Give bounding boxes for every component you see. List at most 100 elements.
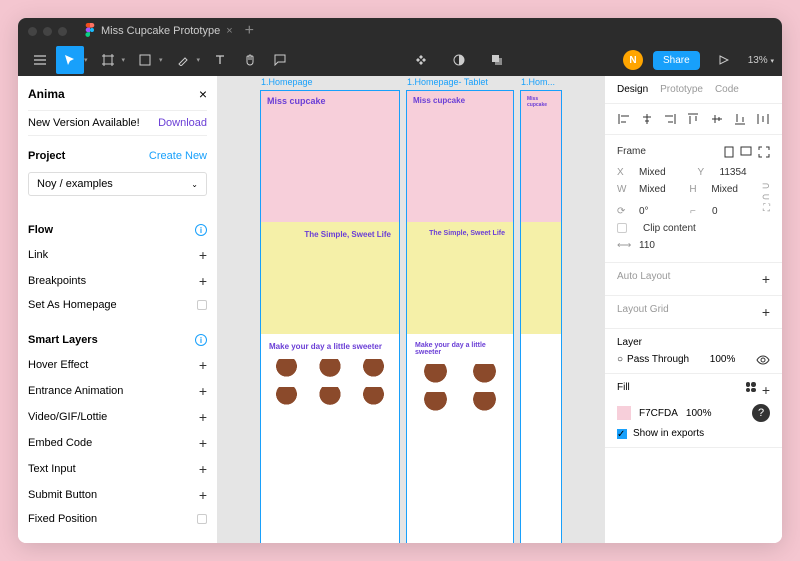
help-icon[interactable]: ? — [752, 404, 770, 422]
fill-opacity[interactable]: 100% — [686, 408, 712, 419]
share-button[interactable]: Share — [653, 51, 700, 70]
frame-label[interactable]: 1.Homepage — [261, 77, 313, 87]
anima-panel: Anima × New Version Available! Download … — [18, 76, 218, 543]
add-fill-icon[interactable]: + — [762, 382, 770, 398]
chevron-down-icon: ⌄ — [191, 180, 198, 189]
smart-textinput[interactable]: Text Input+ — [28, 456, 207, 482]
portrait-icon[interactable] — [724, 146, 734, 158]
smart-video[interactable]: Video/GIF/Lottie+ — [28, 404, 207, 430]
present-icon[interactable] — [710, 46, 738, 74]
smart-entrance[interactable]: Entrance Animation+ — [28, 378, 207, 404]
smart-submit[interactable]: Submit Button+ — [28, 482, 207, 508]
align-right-icon[interactable] — [663, 112, 677, 126]
y-value[interactable]: 11354 — [720, 167, 771, 178]
flow-link[interactable]: Link+ — [28, 242, 207, 268]
comment-tool-icon[interactable] — [266, 46, 294, 74]
component-icon[interactable] — [407, 46, 435, 74]
project-label: Project — [28, 150, 65, 162]
align-bottom-icon[interactable] — [733, 112, 747, 126]
h-value[interactable]: Mixed — [711, 184, 753, 200]
inspector-panel: Design Prototype Code Frame — [604, 76, 782, 543]
distribute-icon[interactable] — [756, 112, 770, 126]
style-icon[interactable] — [746, 382, 756, 392]
smart-embed[interactable]: Embed Code+ — [28, 430, 207, 456]
smart-hover[interactable]: Hover Effect+ — [28, 352, 207, 378]
frame-label[interactable]: 1.Homepage- Tablet — [407, 77, 488, 87]
auto-layout-label: Auto Layout — [617, 271, 670, 287]
radius-value[interactable]: 0 — [712, 206, 755, 217]
align-left-icon[interactable] — [617, 112, 631, 126]
add-grid-icon[interactable]: + — [762, 304, 770, 320]
canvas[interactable]: 1.Homepage Miss cupcake The Simple, Swee… — [218, 76, 604, 543]
x-value[interactable]: Mixed — [639, 167, 690, 178]
eye-icon[interactable] — [756, 355, 770, 365]
close-tab-icon[interactable]: × — [226, 25, 232, 37]
traffic-light-min[interactable] — [43, 27, 52, 36]
rotation-value[interactable]: 0° — [639, 206, 682, 217]
show-exports-label: Show in exports — [633, 428, 704, 439]
frame-tool-icon[interactable] — [94, 46, 122, 74]
export-checkbox[interactable]: ✓ — [617, 429, 627, 439]
create-new-link[interactable]: Create New — [149, 150, 207, 162]
spacing-icon: ⟷ — [617, 240, 627, 251]
frame-tablet[interactable]: 1.Homepage- Tablet Miss cupcake The Simp… — [406, 90, 514, 543]
tab-prototype[interactable]: Prototype — [660, 84, 703, 95]
update-notice: New Version Available! — [28, 117, 140, 129]
corners-icon[interactable]: ⛶ — [763, 203, 770, 220]
pen-tool-icon[interactable] — [169, 46, 197, 74]
flow-homepage[interactable]: Set As Homepage — [28, 294, 207, 316]
align-top-icon[interactable] — [686, 112, 700, 126]
layer-section-label: Layer — [617, 337, 770, 354]
hand-tool-icon[interactable] — [236, 46, 264, 74]
landscape-icon[interactable] — [740, 146, 752, 158]
flow-breakpoints[interactable]: Breakpoints+ — [28, 268, 207, 294]
blend-icon: ○ — [617, 354, 623, 365]
chevron-down-icon[interactable]: ▾ — [84, 56, 88, 64]
opacity-value[interactable]: 100% — [710, 354, 736, 365]
rotation-icon: ⟳ — [617, 206, 627, 217]
frame-mobile[interactable]: 1.Hom... Miss cupcake — [520, 90, 562, 543]
link-icon[interactable]: ⊃⊂ — [762, 181, 770, 203]
tab-code[interactable]: Code — [715, 84, 739, 95]
traffic-light-close[interactable] — [28, 27, 37, 36]
smart-layers-label: Smart Layers — [28, 334, 98, 346]
radius-icon: ⌐ — [690, 206, 700, 217]
mask-icon[interactable] — [445, 46, 473, 74]
app-window: Miss Cupcake Prototype × + ▾ ▾ ▾ ▾ N Sha… — [18, 18, 782, 543]
avatar[interactable]: N — [623, 50, 643, 70]
flow-section-label: Flow — [28, 224, 53, 236]
boolean-icon[interactable] — [483, 46, 511, 74]
close-panel-icon[interactable]: × — [199, 86, 207, 102]
fill-hex[interactable]: F7CFDA — [639, 408, 678, 419]
project-dropdown[interactable]: Noy / examples ⌄ — [28, 172, 207, 196]
smart-fixed[interactable]: Fixed Position — [28, 508, 207, 530]
gap-value[interactable]: 110 — [639, 240, 770, 251]
menu-icon[interactable] — [26, 46, 54, 74]
add-auto-layout-icon[interactable]: + — [762, 271, 770, 287]
info-icon[interactable]: i — [195, 224, 207, 236]
frame-homepage[interactable]: 1.Homepage Miss cupcake The Simple, Swee… — [260, 90, 400, 543]
fill-swatch[interactable] — [617, 406, 631, 420]
frame-section-label: Frame — [617, 146, 627, 158]
traffic-light-max[interactable] — [58, 27, 67, 36]
w-value[interactable]: Mixed — [639, 184, 681, 200]
panel-title: Anima — [28, 87, 65, 101]
align-hcenter-icon[interactable] — [640, 112, 654, 126]
zoom-level[interactable]: 13% ▾ — [748, 55, 774, 66]
info-icon[interactable]: i — [195, 334, 207, 346]
shape-tool-icon[interactable] — [131, 46, 159, 74]
layout-grid-label: Layout Grid — [617, 304, 669, 320]
blend-mode[interactable]: Pass Through — [627, 354, 689, 365]
frame-label[interactable]: 1.Hom... — [521, 77, 555, 87]
new-tab-icon[interactable]: + — [245, 22, 254, 40]
file-tab[interactable]: Miss Cupcake Prototype × — [85, 23, 233, 40]
download-link[interactable]: Download — [158, 117, 207, 129]
resize-fit-icon[interactable] — [758, 146, 770, 158]
checkbox-icon[interactable] — [197, 300, 207, 310]
figma-logo-icon — [85, 23, 95, 40]
tab-design[interactable]: Design — [617, 84, 648, 95]
clip-checkbox[interactable] — [617, 223, 627, 233]
align-vcenter-icon[interactable] — [710, 112, 724, 126]
text-tool-icon[interactable] — [206, 46, 234, 74]
move-tool-icon[interactable] — [56, 46, 84, 74]
